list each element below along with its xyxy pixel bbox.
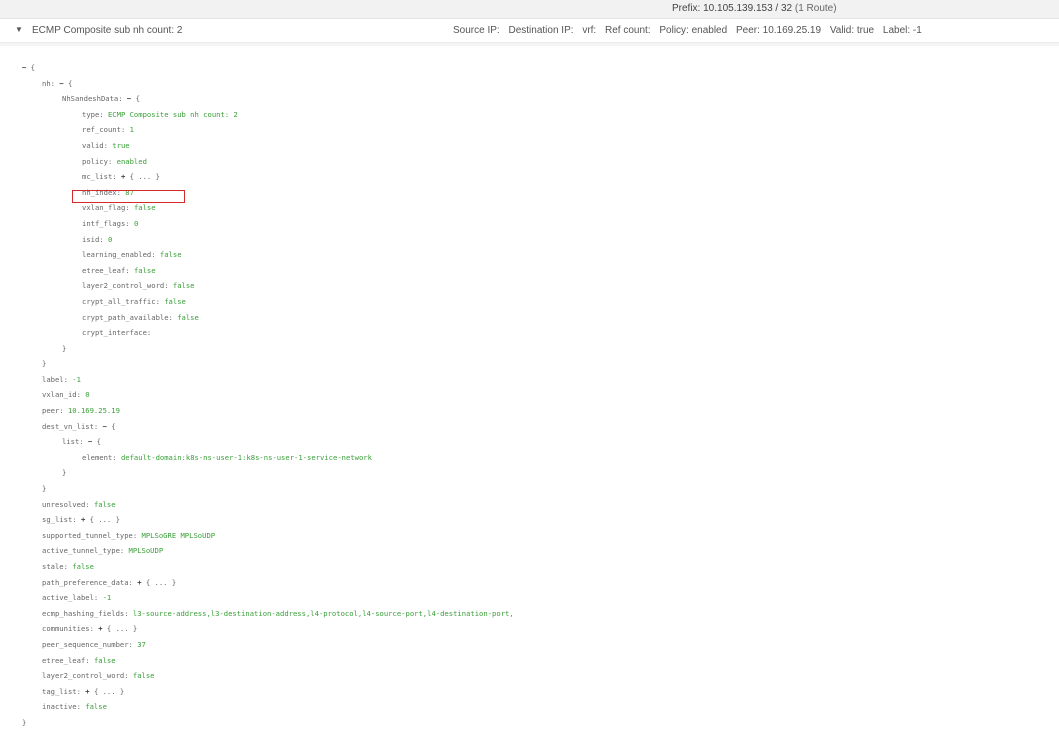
valid-field: Valid: true xyxy=(829,25,875,36)
json-field-crypt-interface: crypt_interface: xyxy=(82,328,152,338)
json-field-vxlan-id: vxlan_id: 0 xyxy=(42,390,90,400)
json-node-nh: nh: − { xyxy=(42,78,73,88)
policy-field: Policy: enabled xyxy=(659,25,728,36)
json-field-etree-leaf: etree_leaf: false xyxy=(42,655,116,665)
expand-toggle-icon[interactable]: + xyxy=(81,515,85,524)
divider xyxy=(0,43,1059,46)
collapse-toggle-icon[interactable]: − xyxy=(88,437,92,446)
json-field-ref-count: ref_count: 1 xyxy=(82,125,134,135)
json-field-intf-flags: intf_flags: 0 xyxy=(82,218,139,228)
nh-index-highlight-box xyxy=(72,190,185,203)
json-root-open: − { xyxy=(22,63,35,72)
collapsed-placeholder[interactable]: { ... } xyxy=(130,172,160,181)
json-close-brace: } xyxy=(42,484,47,494)
json-field-inactive: inactive: false xyxy=(42,702,107,712)
json-field-layer2-control-word: layer2_control_word: false xyxy=(42,671,155,681)
json-root-close: } xyxy=(22,717,27,727)
collapsed-placeholder[interactable]: { ... } xyxy=(90,515,120,524)
json-close-brace: } xyxy=(42,359,47,369)
collapse-toggle-icon[interactable]: − xyxy=(127,94,131,103)
json-field-isid: isid: 0 xyxy=(82,234,113,244)
json-field-crypt-all-traffic: crypt_all_traffic: false xyxy=(82,296,186,306)
json-field-element: element: default-domain:k8s-ns-user-1:k8… xyxy=(82,452,372,462)
collapse-toggle-icon[interactable]: − xyxy=(59,79,63,88)
expand-toggle-icon[interactable]: + xyxy=(85,687,89,696)
json-close-brace: } xyxy=(62,468,67,478)
collapsed-placeholder[interactable]: { ... } xyxy=(146,578,176,587)
json-field-unresolved: unresolved: false xyxy=(42,499,116,509)
json-field-active-label: active_label: -1 xyxy=(42,593,112,603)
prefix-label: Prefix: xyxy=(672,3,701,14)
json-field-active-tunnel-type: active_tunnel_type: MPLSoUDP xyxy=(42,546,164,556)
json-field-path-preference-data: path_preference_data: + { ... } xyxy=(42,577,177,587)
json-field-policy: policy: enabled xyxy=(82,156,147,166)
prefix-value: 10.105.139.153 / 32 xyxy=(703,3,793,14)
json-field-mc-list: mc_list: + { ... } xyxy=(82,172,160,182)
collapse-toggle-icon[interactable]: − xyxy=(22,63,26,72)
json-field-layer2-control-word: layer2_control_word: false xyxy=(82,281,195,291)
json-node-dest-vn-list: dest_vn_list: − { xyxy=(42,421,116,431)
json-field-ecmp-hashing-fields: ecmp_hashing_fields: l3-source-address,l… xyxy=(42,608,514,618)
json-field-label: label: -1 xyxy=(42,374,81,384)
caret-down-icon[interactable]: ▼ xyxy=(15,25,23,34)
json-close-brace: } xyxy=(62,343,67,353)
route-row-header[interactable]: ▼ ECMP Composite sub nh count: 2 Source … xyxy=(0,19,1059,43)
collapse-toggle-icon[interactable]: − xyxy=(103,422,107,431)
json-field-tag-list: tag_list: + { ... } xyxy=(42,686,125,696)
json-field-etree-leaf: etree_leaf: false xyxy=(82,265,156,275)
peer-field: Peer: 10.169.25.19 xyxy=(735,25,822,36)
prefix-bar: Prefix: 10.105.139.153 / 32 (1 Route) xyxy=(0,0,1059,19)
json-field-type: type: ECMP Composite sub nh count: 2 xyxy=(82,109,238,119)
json-field-valid: valid: true xyxy=(82,140,130,150)
json-node-nhsandeshdata: NhSandeshData: − { xyxy=(62,94,140,104)
label-field: Label: -1 xyxy=(882,25,922,36)
expand-toggle-icon[interactable]: + xyxy=(121,172,125,181)
collapsed-placeholder[interactable]: { ... } xyxy=(94,687,124,696)
json-field-sg-list: sg_list: + { ... } xyxy=(42,515,120,525)
json-tree-view: − { nh: − { NhSandeshData: − { type: ECM… xyxy=(0,60,514,731)
expand-toggle-icon[interactable]: + xyxy=(137,578,141,587)
route-row-title[interactable]: ECMP Composite sub nh count: 2 xyxy=(32,25,182,36)
json-field-communities: communities: + { ... } xyxy=(42,624,138,634)
ref-count-field: Ref count: xyxy=(604,25,651,36)
source-ip-field: Source IP: xyxy=(453,25,500,36)
expand-toggle-icon[interactable]: + xyxy=(98,624,102,633)
json-field-crypt-path-available: crypt_path_available: false xyxy=(82,312,199,322)
json-field-stale: stale: false xyxy=(42,562,94,571)
destination-ip-field: Destination IP: xyxy=(508,25,574,36)
json-field-peer: peer: 10.169.25.19 xyxy=(42,406,120,416)
route-row-fields: Source IP: Destination IP: vrf: Ref coun… xyxy=(453,25,928,36)
prefix-summary: Prefix: 10.105.139.153 / 32 (1 Route) xyxy=(672,3,837,14)
vrf-field: vrf: xyxy=(582,25,597,36)
route-count: (1 Route) xyxy=(794,3,837,14)
json-field-supported-tunnel-type: supported_tunnel_type: MPLSoGRE MPLSoUDP xyxy=(42,530,216,540)
json-field-learning-enabled: learning_enabled: false xyxy=(82,250,182,260)
collapsed-placeholder[interactable]: { ... } xyxy=(107,624,137,633)
json-node-list: list: − { xyxy=(62,437,101,447)
json-field-peer-sequence-number: peer_sequence_number: 37 xyxy=(42,639,146,649)
